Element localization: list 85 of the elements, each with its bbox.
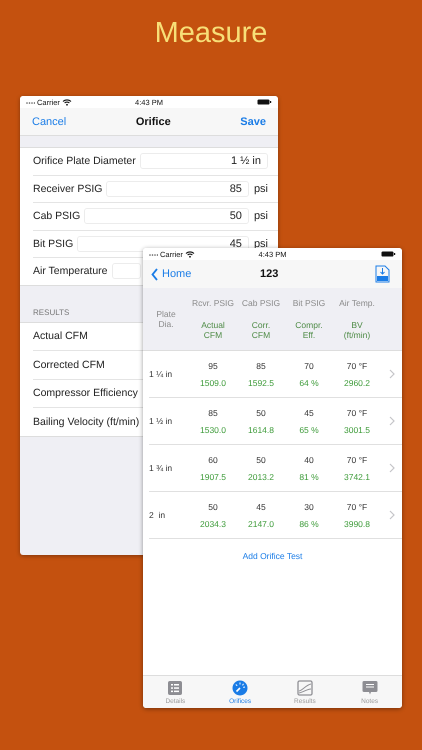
table-cell: 85 [208, 408, 218, 418]
table-cell: 86 % [299, 518, 319, 528]
field-label: Bit PSIG [33, 238, 74, 250]
headline: Measure [154, 16, 268, 50]
result-label: Corrected CFM [33, 358, 105, 371]
table-cell: 1 ½ in [149, 416, 172, 426]
column-header: Air Temp. [339, 298, 375, 308]
input-field[interactable]: 50 [84, 208, 249, 224]
table-cell: 30 [304, 502, 314, 512]
cancel-button[interactable]: Cancel [32, 116, 66, 128]
unit-label: psi [254, 182, 268, 195]
result-label: Actual CFM [33, 330, 88, 342]
table-cell: 60 [208, 454, 218, 464]
chart-icon [296, 680, 313, 696]
add-button[interactable]: Add Orifice Test [242, 551, 302, 561]
table-cell: 45 [304, 408, 314, 418]
input-field[interactable]: 1 ½ in [140, 153, 268, 170]
table-cell: 2147.0 [248, 518, 274, 528]
pdf-icon[interactable] [375, 265, 390, 283]
field-label: Receiver PSIG [33, 182, 102, 195]
screen-title: 123 [258, 268, 280, 280]
wifi-icon [62, 98, 72, 106]
table-cell: 70 [304, 360, 314, 370]
table-cell: 50 [256, 408, 266, 418]
table-cell: 70 °F [346, 408, 368, 418]
column-header: BV (ft/min) [342, 320, 372, 340]
screen-title: Orifice [134, 116, 172, 128]
table-cell: 1509.0 [200, 378, 226, 388]
battery-icon [381, 251, 396, 257]
table-cell: 65 % [299, 424, 319, 434]
column-header: Bit PSIG [292, 298, 326, 308]
table-cell: 3001.5 [344, 424, 370, 434]
signal-icon [149, 252, 158, 256]
table-cell: 2 in [149, 510, 166, 520]
chevron-right-icon [388, 416, 394, 426]
chevron-left-icon [151, 268, 159, 280]
table-cell: 64 % [299, 378, 319, 388]
table-cell: 70 °F [346, 502, 368, 512]
table-cell: 2034.3 [200, 518, 226, 528]
table-cell: 70 °F [346, 360, 368, 370]
column-header: Cab PSIG [242, 298, 280, 308]
table-cell: 1 ¾ in [149, 463, 172, 473]
table-cell: 81 % [299, 472, 319, 482]
column-header: Plate Dia. [155, 309, 177, 329]
list-icon [167, 680, 184, 696]
table-cell: 1614.8 [248, 424, 274, 434]
input-field[interactable] [112, 263, 141, 280]
table-cell: 45 [256, 502, 266, 512]
section-header: RESULTS [33, 308, 70, 316]
table-cell: 40 [304, 454, 314, 464]
input-field[interactable]: 85 [106, 180, 249, 197]
table-cell: 1 ¼ in [149, 369, 172, 379]
battery-icon [257, 99, 272, 105]
table-cell: 2013.2 [248, 472, 274, 482]
gauge-icon [232, 680, 248, 696]
table-cell: 50 [208, 502, 218, 512]
table-cell: 3990.8 [344, 518, 370, 528]
message-icon [362, 680, 378, 696]
column-header: Rcvr. PSIG [192, 298, 234, 308]
field-label: Orifice Plate Diameter [33, 155, 136, 168]
unit-label: psi [254, 238, 268, 250]
signal-icon [26, 100, 35, 104]
save-button[interactable]: Save [240, 116, 266, 128]
field-label: Air Temperature [33, 265, 108, 278]
unit-label: psi [254, 210, 268, 222]
table-cell: 70 °F [346, 454, 368, 464]
chevron-right-icon [388, 369, 394, 379]
table-cell: 1530.0 [200, 424, 226, 434]
table-cell: 3742.1 [344, 472, 370, 482]
chevron-right-icon [388, 510, 394, 520]
table-cell: 1907.5 [200, 472, 226, 482]
table-cell: 95 [208, 360, 218, 370]
result-label: Compressor Efficiency [33, 387, 138, 400]
column-header: Compr. Eff. [294, 320, 324, 340]
table-cell: 2960.2 [344, 378, 370, 388]
table-cell: 85 [256, 360, 266, 370]
field-label: Cab PSIG [33, 210, 80, 222]
wifi-icon [184, 250, 195, 258]
chevron-right-icon [388, 463, 394, 473]
column-header: Actual CFM [200, 320, 226, 340]
back-button[interactable]: Home [151, 268, 192, 280]
result-label: Bailing Velocity (ft/min) [33, 416, 140, 428]
table-cell: 50 [256, 454, 266, 464]
table-cell: 1592.5 [248, 378, 274, 388]
column-header: Corr. CFM [250, 320, 272, 340]
